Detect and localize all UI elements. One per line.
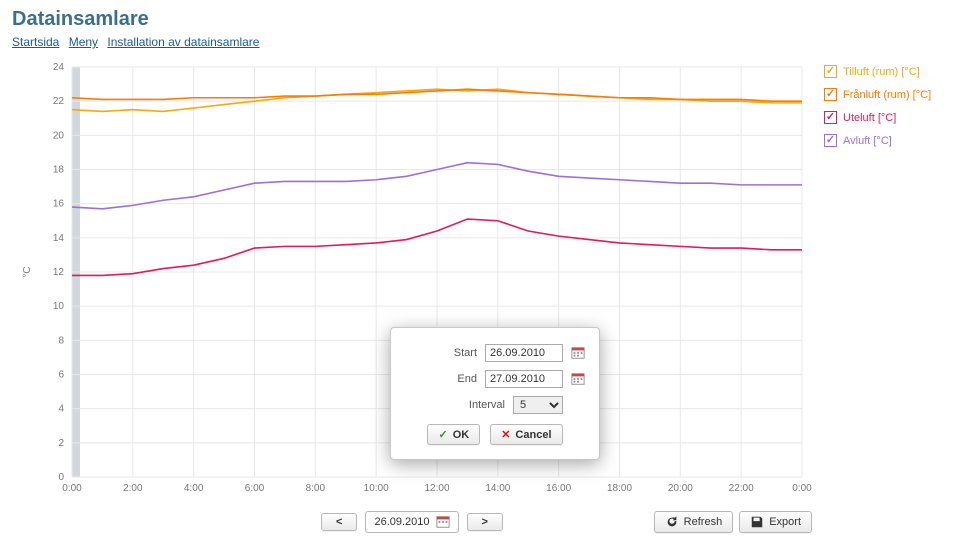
svg-text:18: 18 — [53, 165, 65, 176]
export-button[interactable]: Export — [739, 511, 812, 533]
breadcrumb: Startsida Meny Installation av datainsam… — [12, 35, 957, 49]
svg-text:14: 14 — [53, 233, 65, 244]
chart: 0246810121416182022240:002:004:006:008:0… — [12, 57, 812, 537]
refresh-button[interactable]: Refresh — [654, 511, 734, 533]
calendar-icon[interactable] — [571, 346, 585, 360]
svg-text:4: 4 — [58, 404, 64, 415]
prev-button[interactable]: < — [321, 513, 357, 531]
interval-label: Interval — [405, 399, 505, 411]
legend-label: Uteluft [°C] — [843, 112, 896, 124]
legend-label: Tilluft (rum) [°C] — [843, 66, 920, 78]
page-title: Datainsamlare — [12, 8, 957, 31]
legend-item[interactable]: ✓ Uteluft [°C] — [824, 111, 931, 124]
svg-text:0: 0 — [58, 472, 64, 483]
refresh-icon — [665, 515, 679, 529]
svg-text:14:00: 14:00 — [485, 483, 510, 494]
check-icon: ✓ — [438, 428, 447, 441]
export-label: Export — [769, 516, 801, 528]
legend-item[interactable]: ✓ Avluft [°C] — [824, 134, 931, 147]
end-label: End — [405, 373, 477, 385]
svg-text:22:00: 22:00 — [729, 483, 754, 494]
legend-item[interactable]: ✓ Frånluft (rum) [°C] — [824, 88, 931, 101]
start-label: Start — [405, 347, 477, 359]
svg-text:22: 22 — [53, 96, 65, 107]
svg-text:°C: °C — [22, 266, 33, 277]
svg-text:12: 12 — [53, 267, 65, 278]
date-text: 26.09.2010 — [374, 516, 429, 528]
svg-text:0:00: 0:00 — [792, 483, 812, 494]
svg-text:2:00: 2:00 — [123, 483, 143, 494]
legend-item[interactable]: ✓ Tilluft (rum) [°C] — [824, 65, 931, 78]
svg-text:8:00: 8:00 — [306, 483, 326, 494]
svg-text:18:00: 18:00 — [607, 483, 632, 494]
breadcrumb-link[interactable]: Meny — [69, 35, 98, 49]
calendar-icon — [436, 515, 450, 529]
legend-label: Avluft [°C] — [843, 135, 892, 147]
legend-checkbox[interactable]: ✓ — [824, 111, 837, 124]
legend-checkbox[interactable]: ✓ — [824, 88, 837, 101]
save-icon — [750, 515, 764, 529]
svg-text:20: 20 — [53, 130, 65, 141]
cancel-label: Cancel — [515, 429, 551, 441]
date-display[interactable]: 26.09.2010 — [365, 511, 458, 533]
chart-toolbar: < 26.09.2010 > Refresh Export — [12, 511, 812, 533]
breadcrumb-link[interactable]: Startsida — [12, 35, 59, 49]
svg-text:6: 6 — [58, 370, 64, 381]
legend-label: Frånluft (rum) [°C] — [843, 89, 931, 101]
start-date-input[interactable] — [485, 344, 563, 362]
ok-button[interactable]: ✓ OK — [427, 424, 480, 445]
next-button[interactable]: > — [467, 513, 503, 531]
cancel-button[interactable]: ✕ Cancel — [490, 424, 562, 445]
legend-checkbox[interactable]: ✓ — [824, 65, 837, 78]
svg-text:20:00: 20:00 — [668, 483, 693, 494]
breadcrumb-link[interactable]: Installation av datainsamlare — [107, 35, 259, 49]
end-date-input[interactable] — [485, 370, 563, 388]
svg-text:16:00: 16:00 — [546, 483, 571, 494]
svg-text:6:00: 6:00 — [245, 483, 265, 494]
close-icon: ✕ — [501, 428, 510, 441]
svg-text:4:00: 4:00 — [184, 483, 204, 494]
svg-text:12:00: 12:00 — [424, 483, 449, 494]
refresh-label: Refresh — [684, 516, 723, 528]
legend-checkbox[interactable]: ✓ — [824, 134, 837, 147]
svg-text:16: 16 — [53, 199, 65, 210]
svg-text:2: 2 — [58, 438, 64, 449]
svg-text:24: 24 — [53, 62, 65, 73]
ok-label: OK — [453, 429, 470, 441]
svg-text:0:00: 0:00 — [62, 483, 82, 494]
svg-text:10:00: 10:00 — [364, 483, 389, 494]
legend: ✓Tilluft (rum) [°C]✓Frånluft (rum) [°C]✓… — [824, 57, 931, 537]
interval-select[interactable]: 5 — [513, 396, 563, 414]
calendar-icon[interactable] — [571, 372, 585, 386]
svg-text:10: 10 — [53, 301, 65, 312]
svg-text:8: 8 — [58, 335, 64, 346]
date-range-dialog: Start End Interval 5 ✓ OK ✕ Cancel — [390, 327, 600, 460]
